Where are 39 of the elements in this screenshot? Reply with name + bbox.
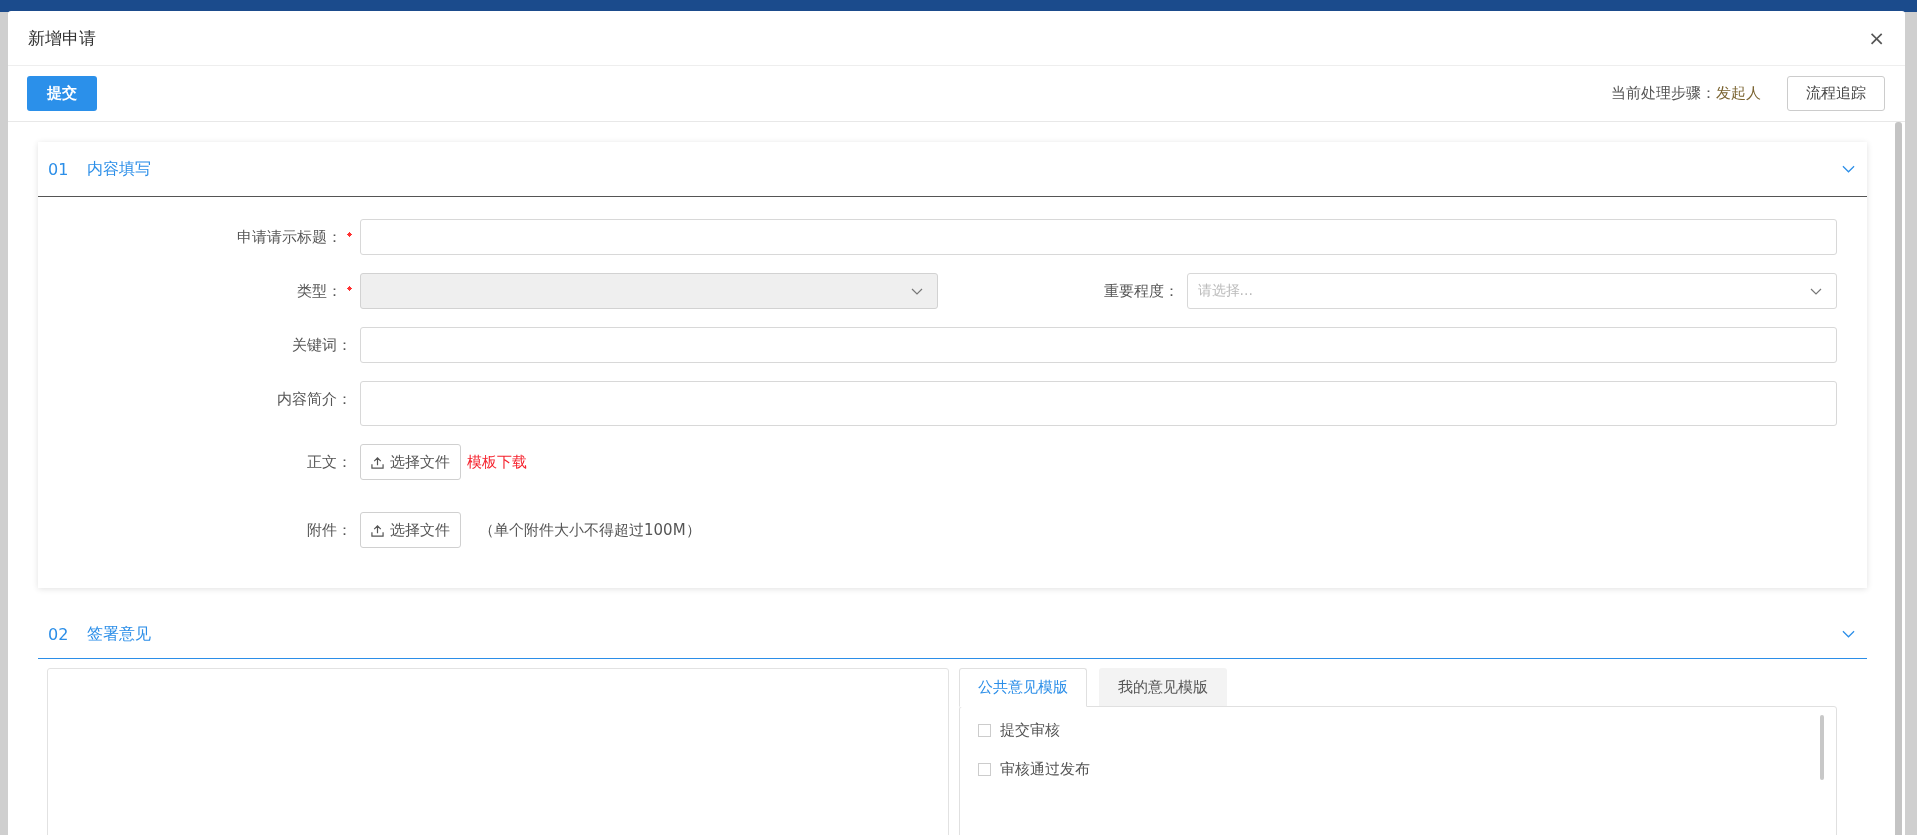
template-option[interactable]: 审核通过发布 (978, 760, 1818, 779)
opinion-text-area[interactable] (47, 668, 949, 835)
text-input[interactable] (360, 327, 1837, 363)
step-value: 发起人 (1716, 84, 1761, 103)
field-label: 内容简介： (277, 389, 352, 409)
section-number: 02 (48, 624, 69, 644)
field-label: 重要程度： (1103, 281, 1179, 301)
section-number: 01 (48, 159, 69, 179)
trace-button[interactable]: 流程追踪 (1787, 76, 1885, 111)
scrollbar-thumb[interactable] (1820, 715, 1824, 780)
section-title: 签署意见 (87, 623, 153, 645)
size-note: （单个附件大小不得超过100M） (479, 520, 701, 541)
chevron-down-icon[interactable] (1842, 630, 1855, 638)
close-button[interactable]: × (1864, 26, 1889, 50)
section-header[interactable]: 01 内容填写 (38, 142, 1867, 197)
field-label: 附件： (307, 520, 352, 540)
text-area[interactable] (360, 381, 1837, 426)
checkbox[interactable] (978, 724, 991, 737)
template-tab[interactable]: 我的意见模版 (1099, 668, 1227, 707)
section-header[interactable]: 02 签署意见 (38, 610, 1867, 659)
choose-file-button[interactable]: 选择文件 (360, 444, 461, 480)
upload-icon (371, 455, 384, 469)
field-label: 正文： (307, 452, 352, 472)
text-input[interactable] (360, 219, 1837, 255)
chevron-down-icon (910, 287, 923, 295)
field-label: 申请请示标题： (237, 227, 342, 247)
checkbox[interactable] (978, 763, 991, 776)
choose-file-button[interactable]: 选择文件 (360, 512, 461, 548)
dialog-title: 新增申请 (28, 26, 96, 50)
step-label: 当前处理步骤： (1611, 84, 1716, 103)
section-title: 内容填写 (87, 158, 153, 180)
field-label: 关键词： (292, 335, 352, 355)
field-label: 类型： (297, 281, 342, 301)
template-download-link[interactable]: 模板下载 (467, 444, 527, 480)
upload-icon (371, 523, 384, 537)
chevron-down-icon (1810, 287, 1822, 295)
template-option[interactable]: 提交审核 (978, 721, 1818, 740)
chevron-down-icon[interactable] (1842, 165, 1855, 173)
template-tab[interactable]: 公共意见模版 (959, 668, 1087, 707)
